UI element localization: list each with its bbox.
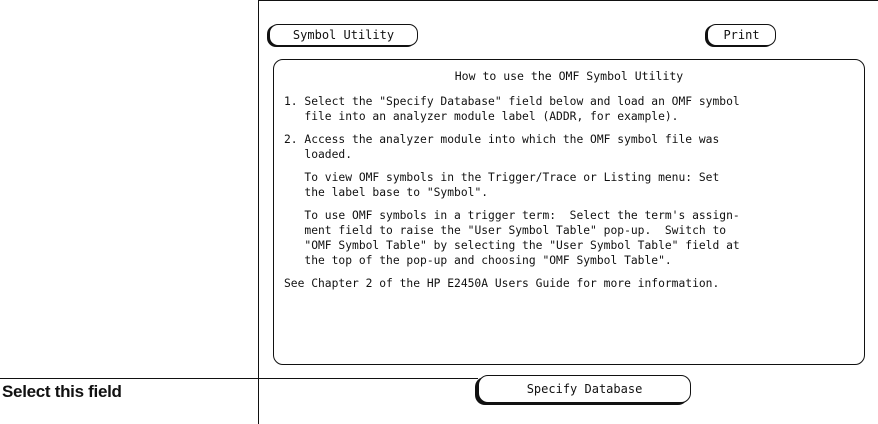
help-step-2: 2. Access the analyzer module into which… [284,133,720,161]
help-title: How to use the OMF Symbol Utility [454,69,684,83]
callout-leader-line [0,378,478,379]
help-text-panel: How to use the OMF Symbol Utility 1. Sele… [273,59,865,365]
print-button[interactable]: Print [707,24,776,46]
specify-database-button[interactable]: Specify Database [478,375,691,403]
symbol-utility-button[interactable]: Symbol Utility [269,24,418,46]
help-footer: See Chapter 2 of the HP E2450A Users Gui… [284,277,720,290]
help-trigger-term: To use OMF symbols in a trigger term: Se… [304,209,740,267]
help-step-1: 1. Select the "Specify Database" field b… [284,95,740,123]
callout-label: Select this field [2,382,122,401]
help-view-symbols: To view OMF symbols in the Trigger/Trace… [304,171,720,199]
